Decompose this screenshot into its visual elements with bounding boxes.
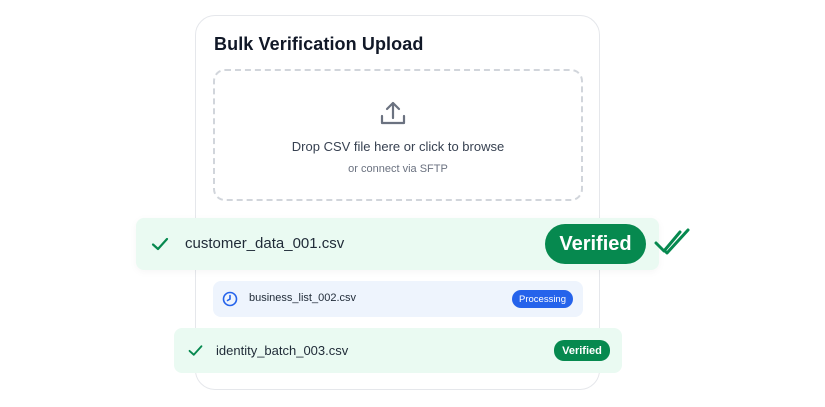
- file-name: customer_data_001.csv: [185, 235, 345, 252]
- sftp-link[interactable]: or connect via SFTP: [215, 163, 581, 175]
- card-title: Bulk Verification Upload: [214, 34, 424, 54]
- file-name: business_list_002.csv: [249, 292, 357, 304]
- status-badge-verified: Verified: [545, 224, 646, 264]
- double-check-icon: [654, 228, 690, 255]
- csv-dropzone[interactable]: Drop CSV file here or click to browse or…: [213, 69, 583, 201]
- dropzone-title: Drop CSV file here or click to browse: [291, 139, 505, 154]
- check-icon: [188, 345, 203, 356]
- file-name: identity_batch_003.csv: [216, 343, 349, 358]
- status-badge-verified: Verified: [554, 340, 610, 361]
- file-row[interactable]: business_list_002.csv Processing: [213, 281, 583, 317]
- status-badge-processing: Processing: [512, 290, 573, 308]
- upload-icon: [380, 101, 406, 125]
- clock-icon: [222, 291, 238, 307]
- file-row[interactable]: identity_batch_003.csv Verified: [174, 328, 622, 373]
- file-row[interactable]: customer_data_001.csv Verified: [136, 218, 659, 270]
- check-icon: [151, 237, 169, 251]
